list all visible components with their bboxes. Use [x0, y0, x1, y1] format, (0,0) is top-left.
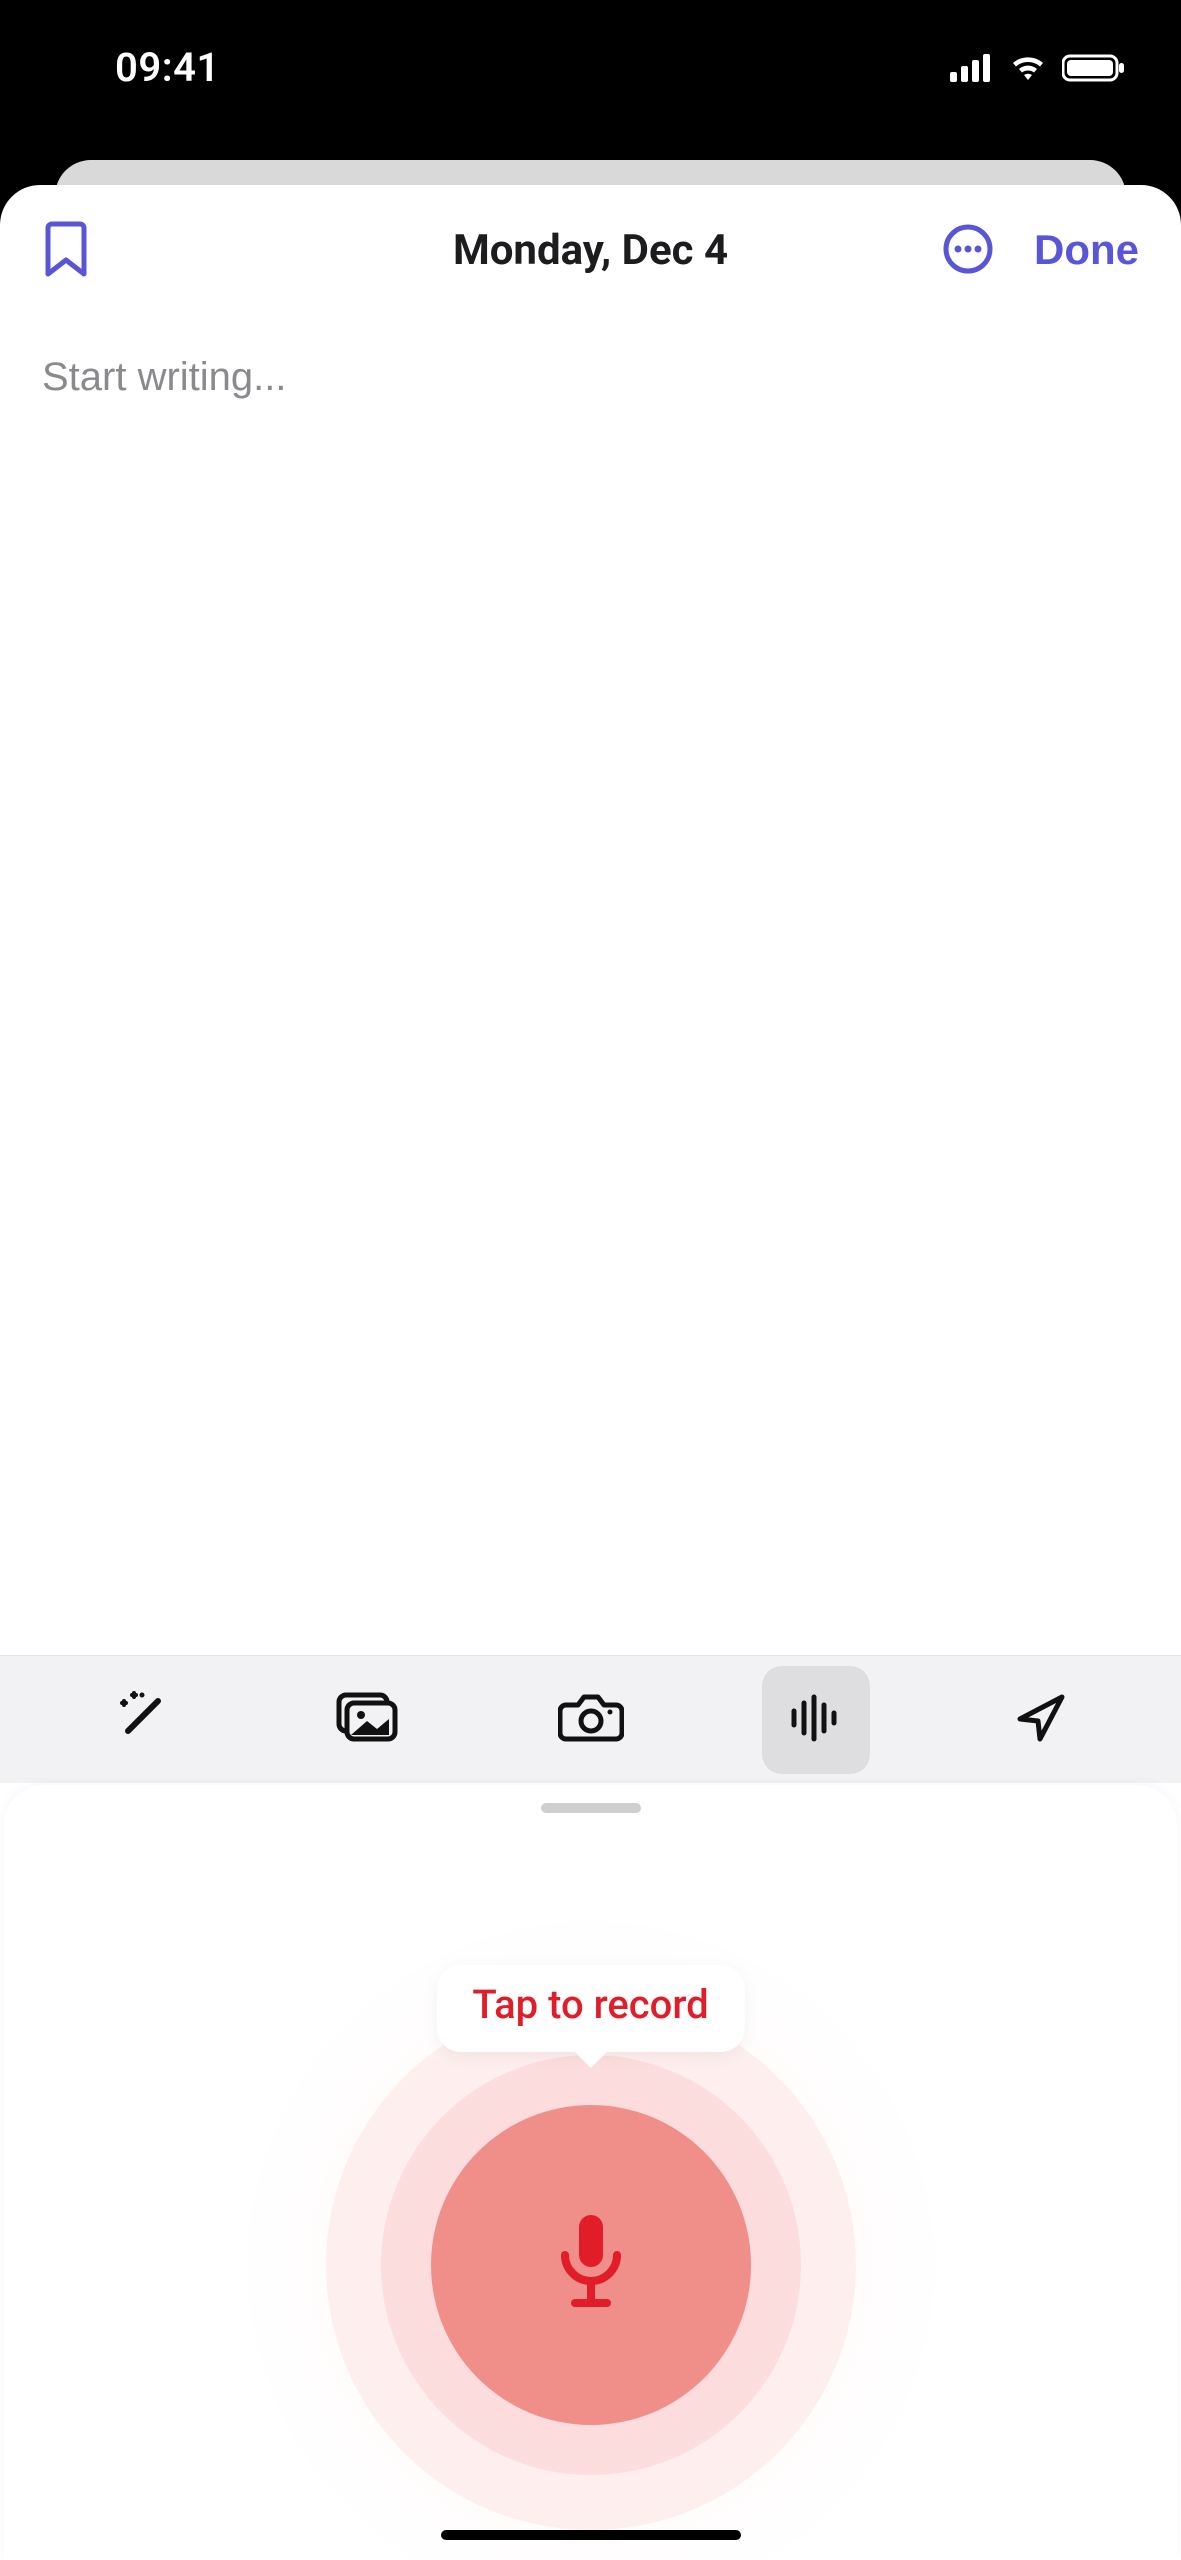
- waveform-icon: [787, 1693, 845, 1746]
- home-indicator: [441, 2530, 741, 2540]
- gallery-icon: [331, 1689, 401, 1750]
- status-bar: 09:41: [0, 0, 1181, 160]
- page-title: Monday, Dec 4: [453, 226, 728, 275]
- more-button[interactable]: [942, 223, 994, 278]
- wifi-icon: [1008, 54, 1048, 82]
- record-tooltip: Tap to record: [436, 1965, 744, 2052]
- sheet-header: Monday, Dec 4 Done: [0, 185, 1181, 315]
- record-button[interactable]: [431, 2105, 751, 2425]
- cellular-icon: [950, 54, 994, 82]
- done-button[interactable]: Done: [1034, 226, 1139, 274]
- camera-icon: [558, 1691, 624, 1748]
- microphone-icon: [551, 2209, 631, 2322]
- tool-location[interactable]: [987, 1666, 1095, 1774]
- tool-magic[interactable]: [87, 1666, 195, 1774]
- bookmark-icon: [42, 220, 90, 281]
- status-icons: [950, 54, 1126, 82]
- status-time: 09:41: [115, 44, 220, 91]
- bookmark-button[interactable]: [42, 220, 90, 281]
- tool-camera[interactable]: [537, 1666, 645, 1774]
- location-arrow-icon: [1014, 1691, 1068, 1748]
- ellipsis-circle-icon: [942, 223, 994, 278]
- tool-audio[interactable]: [762, 1666, 870, 1774]
- battery-icon: [1062, 54, 1126, 82]
- panel-grabber[interactable]: [541, 1803, 641, 1813]
- record-panel: Tap to record: [4, 1785, 1177, 2560]
- tool-gallery[interactable]: [312, 1666, 420, 1774]
- editor-input[interactable]: [42, 355, 1139, 400]
- magic-wand-icon: [112, 1689, 170, 1750]
- editor-area[interactable]: [0, 315, 1181, 400]
- attachment-toolbar: [0, 1655, 1181, 1783]
- compose-sheet: Monday, Dec 4 Done: [0, 185, 1181, 2560]
